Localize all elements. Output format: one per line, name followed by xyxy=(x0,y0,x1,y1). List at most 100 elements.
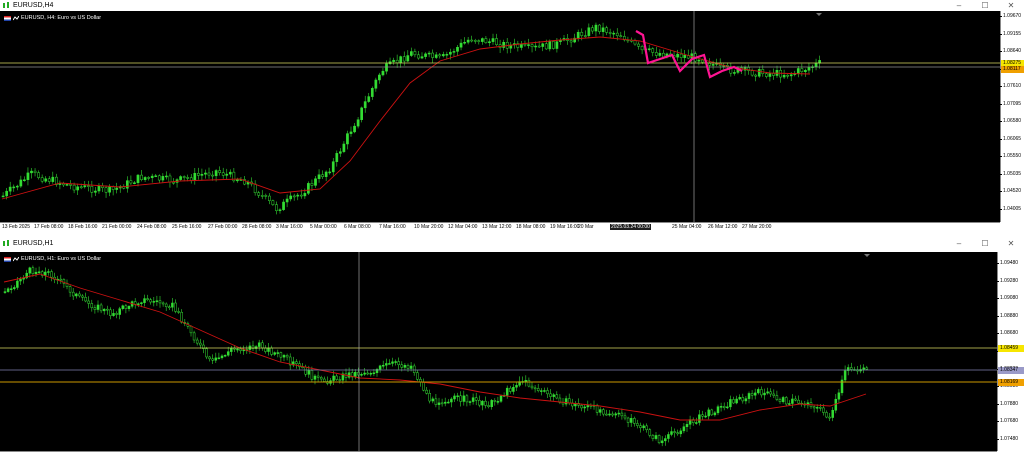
candle-body xyxy=(59,278,63,281)
candle-body xyxy=(275,204,278,211)
close-button[interactable]: ✕ xyxy=(998,0,1024,11)
candle-body xyxy=(424,53,427,57)
candle-body xyxy=(367,96,371,102)
time-axis-h4[interactable]: 13 Feb 2025 17 Feb 08:00 18 Feb 16:00 21 Fe… xyxy=(0,222,1000,231)
candle-body xyxy=(440,402,444,405)
minimize-button[interactable]: – xyxy=(946,0,972,11)
candle-body xyxy=(580,405,583,409)
candle-body xyxy=(171,302,174,308)
candle-body xyxy=(328,171,332,174)
candle-body xyxy=(615,32,619,37)
candle-body xyxy=(403,365,407,368)
price-tick: 1.07880 xyxy=(996,400,1019,407)
chart-canvas-h1[interactable]: EURUSD, H1: Euro vs US Dollar xyxy=(0,252,997,451)
candle-body xyxy=(753,392,757,396)
candle-body xyxy=(633,418,636,424)
candle-body xyxy=(338,379,342,381)
candle-body xyxy=(428,393,431,402)
candle-body xyxy=(102,308,106,312)
candle-body xyxy=(295,361,298,364)
candle-body xyxy=(807,67,811,71)
price-axis-h1[interactable]: 1.09480 1.09280 1.09080 1.08880 1.08680 1.084… xyxy=(996,252,1024,451)
candle-body xyxy=(28,267,32,274)
time-tick: 25 Feb 16:00 xyxy=(172,224,202,230)
candle-body xyxy=(747,393,751,399)
candle-body xyxy=(319,377,323,380)
price-axis-h4[interactable]: 1.096701.091551.086401.081251.076101.070… xyxy=(999,11,1024,222)
candle-body xyxy=(50,271,53,278)
candle-body xyxy=(253,183,257,193)
candle-body xyxy=(68,286,72,293)
candle-body xyxy=(729,399,732,408)
candle-body xyxy=(313,375,317,380)
price-tick: 1.09280 xyxy=(996,277,1019,284)
candle-body xyxy=(109,309,112,316)
candle-body xyxy=(90,303,94,308)
candle-body xyxy=(775,395,779,400)
candle-body xyxy=(484,38,488,44)
price-tick: 1.09670 xyxy=(999,13,1022,19)
candle-body xyxy=(71,291,75,297)
title-bar-h4[interactable]: EURUSD,H4 – ☐ ✕ xyxy=(0,0,1024,11)
candle-body xyxy=(843,370,847,381)
candle-body xyxy=(150,175,154,179)
minimize-button[interactable]: – xyxy=(946,238,972,249)
close-button[interactable]: ✕ xyxy=(998,238,1024,249)
candle-body xyxy=(815,407,819,409)
time-tick: 27 Mar 20:00 xyxy=(742,224,772,230)
candle-body xyxy=(626,417,630,423)
candle-body xyxy=(34,271,38,274)
maximize-button[interactable]: ☐ xyxy=(972,238,998,249)
candle-body xyxy=(782,74,786,78)
candle-body xyxy=(481,38,484,42)
candle-body xyxy=(819,407,822,409)
candle-body xyxy=(321,174,324,177)
candle-body xyxy=(157,175,161,181)
maximize-button[interactable]: ☐ xyxy=(972,0,998,11)
candle-body xyxy=(304,366,307,375)
shift-marker-icon[interactable] xyxy=(816,13,822,16)
candle-body xyxy=(76,186,80,191)
time-tick: 18 Mar 08:00 xyxy=(516,224,546,230)
candle-body xyxy=(614,413,617,416)
candle-body xyxy=(8,186,12,192)
candle-body xyxy=(264,347,267,352)
candle-body xyxy=(719,406,723,408)
price-label-lavender: 1.08347 xyxy=(998,367,1024,374)
candle-body xyxy=(193,173,197,181)
flag-icon xyxy=(4,15,11,21)
candle-body xyxy=(459,42,463,48)
candle-body xyxy=(44,178,48,182)
candle-body xyxy=(268,195,271,201)
candle-body xyxy=(127,306,131,309)
candle-body xyxy=(299,194,303,197)
candle-body xyxy=(670,431,673,435)
candle-body xyxy=(316,375,320,378)
candle-body xyxy=(129,180,133,184)
candle-body xyxy=(342,143,346,152)
candle-body xyxy=(781,397,785,402)
candle-body xyxy=(673,431,676,433)
candle-body xyxy=(264,195,268,197)
title-bar-h1[interactable]: EURUSD,H1 – ☐ ✕ xyxy=(0,238,1024,249)
candle-body xyxy=(207,172,211,176)
shift-marker-icon[interactable] xyxy=(864,254,870,257)
candle-body xyxy=(192,332,196,341)
candle-body xyxy=(94,190,97,193)
candle-body xyxy=(445,54,449,56)
candle-body xyxy=(425,389,428,394)
candle-body xyxy=(388,363,391,365)
candle-body xyxy=(416,372,419,380)
chart-canvas-h4[interactable]: EURUSD, H4: Euro vs US Dollar xyxy=(0,11,1000,222)
candle-body xyxy=(608,413,611,416)
chart-icon xyxy=(2,240,10,247)
candle-body xyxy=(413,51,417,56)
candle-body xyxy=(115,187,119,190)
candle-body xyxy=(182,176,186,178)
candle-body xyxy=(515,385,518,388)
candle-body xyxy=(449,51,452,55)
window-title: EURUSD,H1 xyxy=(13,240,54,247)
candle-body xyxy=(16,280,19,288)
candle-body xyxy=(540,390,543,392)
time-tick: 13 Mar 12:00 xyxy=(482,224,512,230)
